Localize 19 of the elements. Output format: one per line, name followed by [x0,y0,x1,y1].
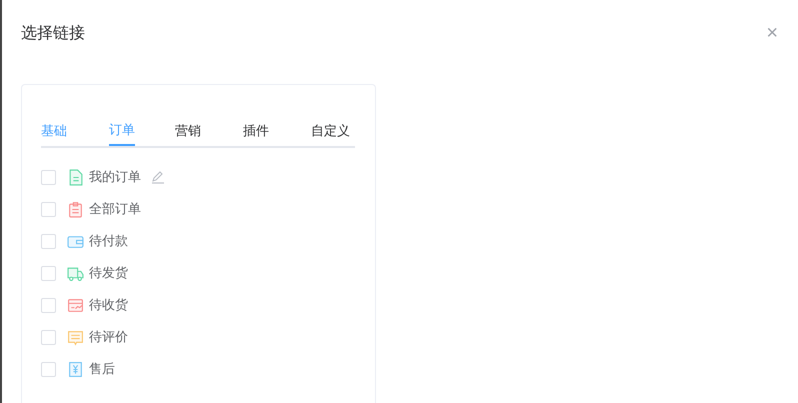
checkbox[interactable] [41,234,56,248]
link-label[interactable]: 售后 [89,360,115,378]
tab[interactable]: 自定义 [311,115,350,146]
link-label[interactable]: 全部订单 [89,200,141,218]
checkbox[interactable] [41,330,56,344]
link-label[interactable]: 待付款 [89,232,128,250]
checkbox[interactable] [41,202,56,216]
checkbox[interactable] [41,298,56,312]
tab[interactable]: 营销 [175,115,243,146]
checkbox[interactable] [41,170,56,184]
checkbox[interactable] [41,362,56,376]
tab[interactable]: 插件 [243,115,311,146]
checkbox[interactable] [41,266,56,280]
link-label[interactable]: 待发货 [89,264,128,282]
pencil-icon[interactable] [151,170,165,184]
link-label[interactable]: 待评价 [89,328,128,346]
link-label[interactable]: 待收货 [89,296,128,314]
dialog-title: 选择链接 [21,22,85,44]
link-label[interactable]: 我的订单 [89,168,141,186]
